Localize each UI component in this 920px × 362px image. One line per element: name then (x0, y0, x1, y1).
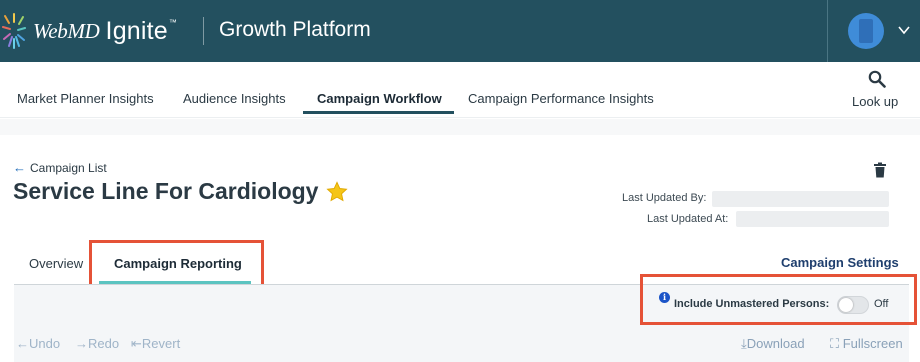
page-title: Service Line For Cardiology (13, 178, 349, 205)
last-updated-at-value (736, 211, 889, 227)
brand-webmd-text: WebMD (33, 18, 100, 43)
campaign-title: Service Line For Cardiology (13, 178, 319, 204)
undo-button[interactable]: ←Undo (16, 336, 60, 351)
include-unmastered-label: Include Unmastered Persons: (674, 298, 830, 310)
tab-overview[interactable]: Overview (29, 256, 83, 271)
platform-title: Growth Platform (219, 18, 371, 41)
section-gap (0, 119, 920, 135)
nav-active-underline (303, 111, 454, 114)
back-to-campaign-list[interactable]: ← Campaign List (13, 160, 107, 175)
avatar-figure (859, 19, 873, 43)
lookup-label: Look up (852, 94, 899, 109)
brand-ignite-text: Ignite (105, 16, 168, 45)
fullscreen-button[interactable]: ⛶ Fullscreen (830, 336, 903, 352)
main-nav: Market Planner Insights Audience Insight… (0, 62, 920, 118)
revert-button[interactable]: ⇤Revert (131, 336, 180, 352)
header-separator (827, 0, 828, 62)
info-icon[interactable]: i (659, 292, 670, 303)
nav-audience-insights[interactable]: Audience Insights (183, 91, 286, 106)
brand-divider (203, 17, 204, 45)
top-header: WebMD Ignite ™ Growth Platform (0, 0, 920, 62)
toggle-state-label: Off (874, 298, 889, 310)
campaign-settings-link[interactable]: Campaign Settings (781, 255, 899, 270)
redo-button[interactable]: →Redo (75, 336, 119, 351)
lookup-button[interactable]: Look up (848, 70, 904, 110)
trash-icon[interactable] (873, 162, 887, 178)
star-icon[interactable] (326, 180, 349, 203)
toggle-knob (839, 298, 853, 312)
nav-campaign-performance-insights[interactable]: Campaign Performance Insights (468, 91, 654, 106)
brand-logo[interactable]: WebMD Ignite ™ (33, 13, 177, 49)
search-icon (868, 70, 886, 88)
include-unmastered-toggle[interactable] (837, 296, 869, 314)
back-link-label: Campaign List (30, 160, 107, 175)
last-updated-at-label: Last Updated At: (647, 213, 729, 225)
arrow-left-icon: ← (13, 160, 26, 175)
brand-trademark: ™ (168, 17, 177, 27)
last-updated-by-label: Last Updated By: (622, 192, 707, 204)
user-avatar[interactable] (848, 13, 884, 49)
ignite-burst-icon (2, 13, 26, 49)
chevron-down-icon[interactable] (896, 22, 912, 38)
download-button[interactable]: ⤓Download (741, 336, 805, 352)
last-updated-by-value (712, 191, 889, 207)
nav-campaign-workflow[interactable]: Campaign Workflow (317, 91, 442, 106)
nav-market-planner-insights[interactable]: Market Planner Insights (17, 91, 154, 106)
